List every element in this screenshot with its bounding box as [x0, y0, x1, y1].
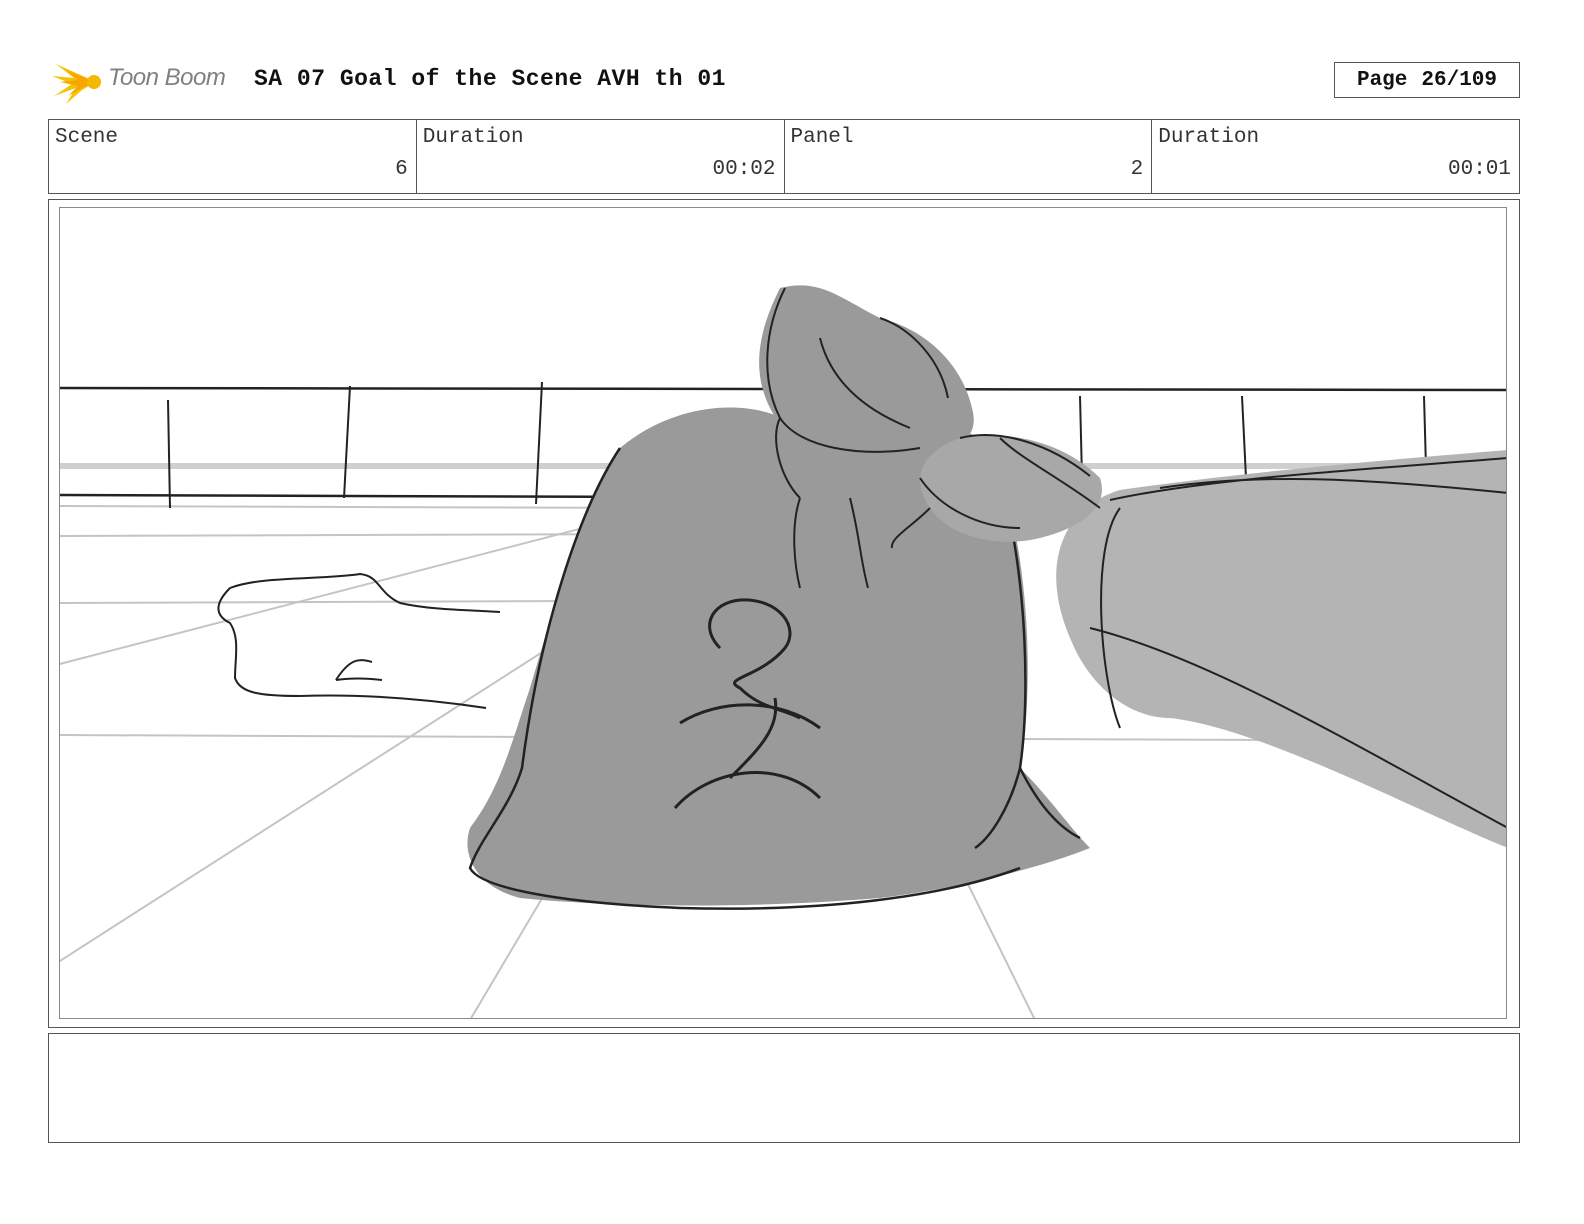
panel-duration-value: 00:01 [1447, 158, 1511, 181]
panel-duration-cell: Duration 00:01 [1152, 120, 1519, 193]
toon-boom-logo: Toon Boom [52, 56, 242, 106]
storyboard-sketch [60, 285, 1506, 1018]
storyboard-header: Toon Boom SA 07 Goal of the Scene AVH th… [48, 52, 1520, 108]
arm-shape [1056, 450, 1506, 848]
panel-value: 2 [1130, 158, 1144, 181]
panel-cell: Panel 2 [785, 120, 1153, 193]
panel-notes-box[interactable] [48, 1033, 1520, 1143]
scene-duration-cell: Duration 00:02 [417, 120, 785, 193]
panel-duration-label: Duration [1158, 126, 1260, 149]
logo-text: Toon Boom [108, 64, 226, 91]
panel-image [59, 207, 1507, 1019]
scene-value: 6 [395, 158, 408, 181]
scene-label: Scene [55, 126, 119, 149]
page-number: 26/109 [1421, 68, 1498, 92]
scene-duration-label: Duration [422, 126, 524, 149]
panel-frame [48, 199, 1520, 1028]
floor-puddle [217, 572, 501, 709]
scene-duration-value: 00:02 [712, 158, 776, 181]
page-label: Page [1356, 68, 1408, 92]
scene-cell: Scene 6 [49, 120, 417, 193]
document-title: SA 07 Goal of the Scene AVH th 01 [254, 66, 726, 92]
scene-info-table: Scene 6 Duration 00:02 Panel 2 Duration … [48, 119, 1520, 194]
panel-label: Panel [790, 126, 854, 149]
page-indicator: Page 26/109 [1334, 62, 1520, 98]
starburst-icon [52, 64, 101, 104]
